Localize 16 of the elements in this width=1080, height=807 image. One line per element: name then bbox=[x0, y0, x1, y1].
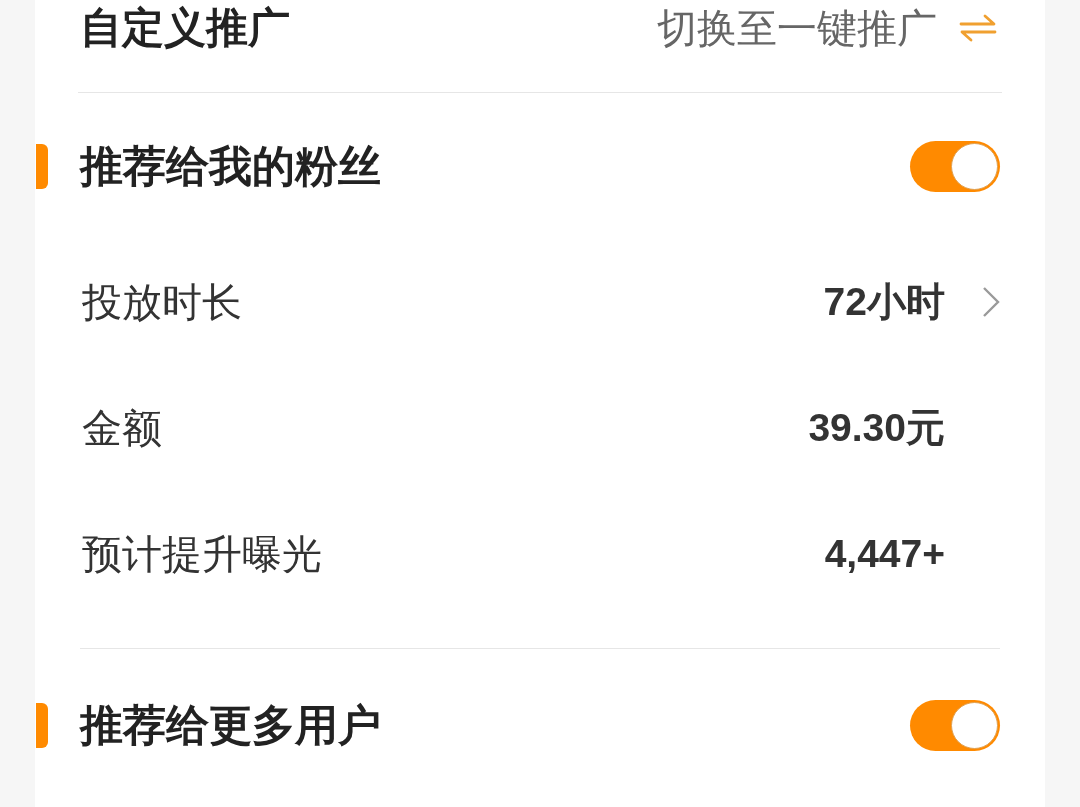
row-label: 预计提升曝光 bbox=[82, 531, 323, 578]
swap-icon bbox=[959, 14, 997, 42]
chevron-right-icon bbox=[982, 286, 1000, 318]
row-value: 39.30元 bbox=[808, 405, 945, 451]
section-title: 推荐给更多用户 bbox=[80, 700, 382, 750]
section-title: 推荐给我的粉丝 bbox=[80, 141, 382, 191]
section-marker-icon bbox=[36, 143, 48, 189]
page-title: 自定义推广 bbox=[80, 4, 290, 52]
toggle-switch[interactable] bbox=[910, 699, 1000, 751]
row-label: 投放时长 bbox=[82, 279, 243, 326]
row-value: 4,447+ bbox=[824, 531, 945, 577]
toggle-switch[interactable] bbox=[910, 140, 1000, 192]
section-marker-icon bbox=[36, 702, 48, 748]
row-label: 金额 bbox=[82, 405, 163, 452]
switch-mode-link[interactable]: 切换至一键推广 bbox=[657, 4, 1002, 52]
row-value: 72小时 bbox=[823, 279, 945, 325]
